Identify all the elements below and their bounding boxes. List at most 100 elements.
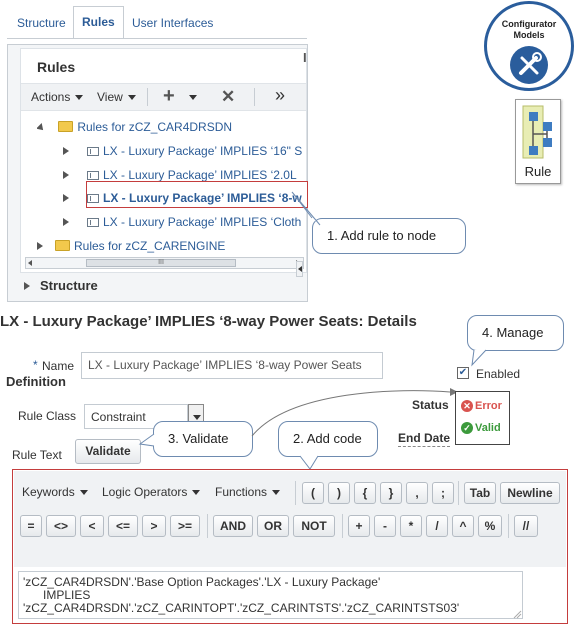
toolbar-separator bbox=[458, 481, 459, 505]
overflow-icon[interactable]: » bbox=[275, 85, 285, 106]
resize-handle[interactable] bbox=[513, 608, 522, 619]
greater-equal-button[interactable]: >= bbox=[170, 515, 200, 537]
functions-menu[interactable]: Functions bbox=[215, 485, 281, 499]
delete-icon[interactable]: ✕ bbox=[221, 87, 235, 107]
rule-card[interactable]: Rule bbox=[515, 99, 561, 184]
not-equals-button[interactable]: <> bbox=[46, 515, 76, 537]
rules-region: Rules Actions View + ✕ » Rules for zCZ_C… bbox=[20, 48, 308, 278]
rules-panel: Rules Actions View + ✕ » Rules for zCZ_C… bbox=[7, 44, 308, 302]
rule-card-label: Rule bbox=[524, 164, 552, 179]
callout-add-rule: 1. Add rule to node bbox=[312, 218, 466, 254]
keywords-menu[interactable]: Keywords bbox=[22, 485, 88, 499]
scroll-grip: III bbox=[158, 259, 164, 266]
tools-icon bbox=[510, 46, 548, 84]
functions-label: Functions bbox=[215, 485, 268, 499]
toolbar-separator bbox=[147, 88, 148, 106]
callout-pointer bbox=[138, 433, 155, 447]
logic-operators-label: Logic Operators bbox=[102, 485, 188, 499]
newline-button[interactable]: Newline bbox=[500, 482, 560, 504]
less-equal-button[interactable]: <= bbox=[108, 515, 138, 537]
expand-icon[interactable] bbox=[63, 171, 69, 179]
comma-button[interactable]: , bbox=[406, 482, 428, 504]
configurator-models-label: Configurator Models bbox=[487, 19, 571, 41]
power-button[interactable]: ^ bbox=[452, 515, 474, 537]
rule-icon bbox=[87, 218, 99, 227]
tree-label: Rules for zCZ_CARENGINE bbox=[74, 239, 226, 253]
toolbar-separator bbox=[508, 514, 509, 538]
not-button[interactable]: NOT bbox=[293, 515, 335, 537]
plus-button[interactable]: + bbox=[348, 515, 370, 537]
toolbar-separator bbox=[254, 88, 255, 106]
tree-folder-car4drsdn[interactable]: Rules for zCZ_CAR4DRSDN bbox=[37, 120, 307, 140]
divide-button[interactable]: / bbox=[426, 515, 448, 537]
status-label: Status bbox=[412, 398, 449, 412]
close-paren-button[interactable]: ) bbox=[328, 482, 350, 504]
rule-class-label: Rule Class bbox=[18, 409, 77, 423]
rule-text-input[interactable]: 'zCZ_CAR4DRSDN'.'Base Option Packages'.'… bbox=[18, 571, 523, 619]
expand-icon[interactable] bbox=[63, 194, 69, 202]
tree-label: LX - Luxury Package’ IMPLIES ‘16" S bbox=[103, 144, 303, 158]
valid-icon: ✓ bbox=[461, 422, 473, 434]
semicolon-button[interactable]: ; bbox=[432, 482, 454, 504]
configurator-models-badge[interactable]: Configurator Models bbox=[484, 1, 574, 91]
rule-flow-icon bbox=[522, 105, 552, 159]
chevron-down-icon bbox=[192, 490, 201, 496]
and-button[interactable]: AND bbox=[213, 515, 253, 537]
close-brace-button[interactable]: } bbox=[380, 482, 402, 504]
view-menu[interactable]: View bbox=[97, 90, 136, 104]
rule-text-label: Rule Text bbox=[12, 448, 62, 462]
error-icon: ✕ bbox=[461, 400, 473, 412]
tree-rule-8way[interactable]: LX - Luxury Package’ IMPLIES ‘8-w bbox=[63, 191, 307, 211]
expand-icon[interactable] bbox=[63, 147, 69, 155]
tab-structure[interactable]: Structure bbox=[9, 8, 74, 38]
structure-section[interactable]: Structure bbox=[20, 272, 307, 300]
folder-icon bbox=[58, 121, 74, 132]
validate-button[interactable]: Validate bbox=[75, 439, 141, 464]
open-paren-button[interactable]: ( bbox=[302, 482, 324, 504]
details-title: LX - Luxury Package’ IMPLIES ‘8-way Powe… bbox=[0, 313, 417, 330]
less-than-button[interactable]: < bbox=[80, 515, 104, 537]
chevron-down-icon bbox=[272, 490, 281, 496]
horizontal-scrollbar[interactable]: III bbox=[25, 257, 304, 269]
greater-than-button[interactable]: > bbox=[142, 515, 166, 537]
status-valid: Valid bbox=[475, 422, 501, 434]
panel-splitter[interactable] bbox=[296, 261, 303, 277]
tree-rule-cloth[interactable]: LX - Luxury Package’ IMPLIES ‘Cloth bbox=[63, 215, 307, 235]
expand-icon[interactable] bbox=[63, 218, 69, 226]
modulo-button[interactable]: % bbox=[478, 515, 502, 537]
structure-label: Structure bbox=[40, 278, 98, 293]
chevron-down-icon bbox=[75, 95, 84, 101]
actions-menu[interactable]: Actions bbox=[31, 90, 84, 104]
logic-operators-menu[interactable]: Logic Operators bbox=[102, 485, 201, 499]
tree-rule-16[interactable]: LX - Luxury Package’ IMPLIES ‘16" S bbox=[63, 144, 307, 164]
status-error: Error bbox=[475, 400, 502, 412]
enabled-label: Enabled bbox=[476, 367, 521, 381]
rule-icon bbox=[87, 194, 99, 203]
scroll-left-icon[interactable] bbox=[28, 260, 32, 266]
callout-pointer bbox=[471, 349, 487, 367]
or-button[interactable]: OR bbox=[257, 515, 289, 537]
end-date-label: End Date bbox=[398, 431, 451, 445]
collapse-icon[interactable] bbox=[37, 123, 46, 133]
end-date-underline bbox=[398, 446, 450, 447]
tab-user-interfaces[interactable]: User Interfaces bbox=[124, 8, 221, 38]
tab-rules[interactable]: Rules bbox=[73, 6, 124, 39]
rule-icon bbox=[87, 171, 99, 180]
rules-toolbar: Actions View + ✕ » bbox=[21, 83, 306, 111]
name-field[interactable]: LX - Luxury Package’ IMPLIES ‘8-way Powe… bbox=[81, 352, 383, 379]
scroll-thumb[interactable]: III bbox=[86, 259, 236, 267]
enabled-checkbox[interactable]: ✔ bbox=[457, 367, 469, 379]
status-legend: ✕ Error ✓ Valid bbox=[455, 391, 510, 445]
multiply-button[interactable]: * bbox=[400, 515, 422, 537]
comment-button[interactable]: // bbox=[514, 515, 538, 537]
add-menu-button[interactable] bbox=[184, 90, 197, 104]
add-icon[interactable]: + bbox=[163, 85, 175, 108]
equals-button[interactable]: = bbox=[20, 515, 42, 537]
tab-button[interactable]: Tab bbox=[464, 482, 496, 504]
expand-icon[interactable] bbox=[37, 242, 43, 250]
open-brace-button[interactable]: { bbox=[354, 482, 376, 504]
collapse-left-icon[interactable] bbox=[298, 266, 302, 272]
expand-icon[interactable] bbox=[24, 282, 30, 290]
tree-folder-carengine[interactable]: Rules for zCZ_CARENGINE bbox=[37, 239, 307, 259]
minus-button[interactable]: - bbox=[374, 515, 396, 537]
